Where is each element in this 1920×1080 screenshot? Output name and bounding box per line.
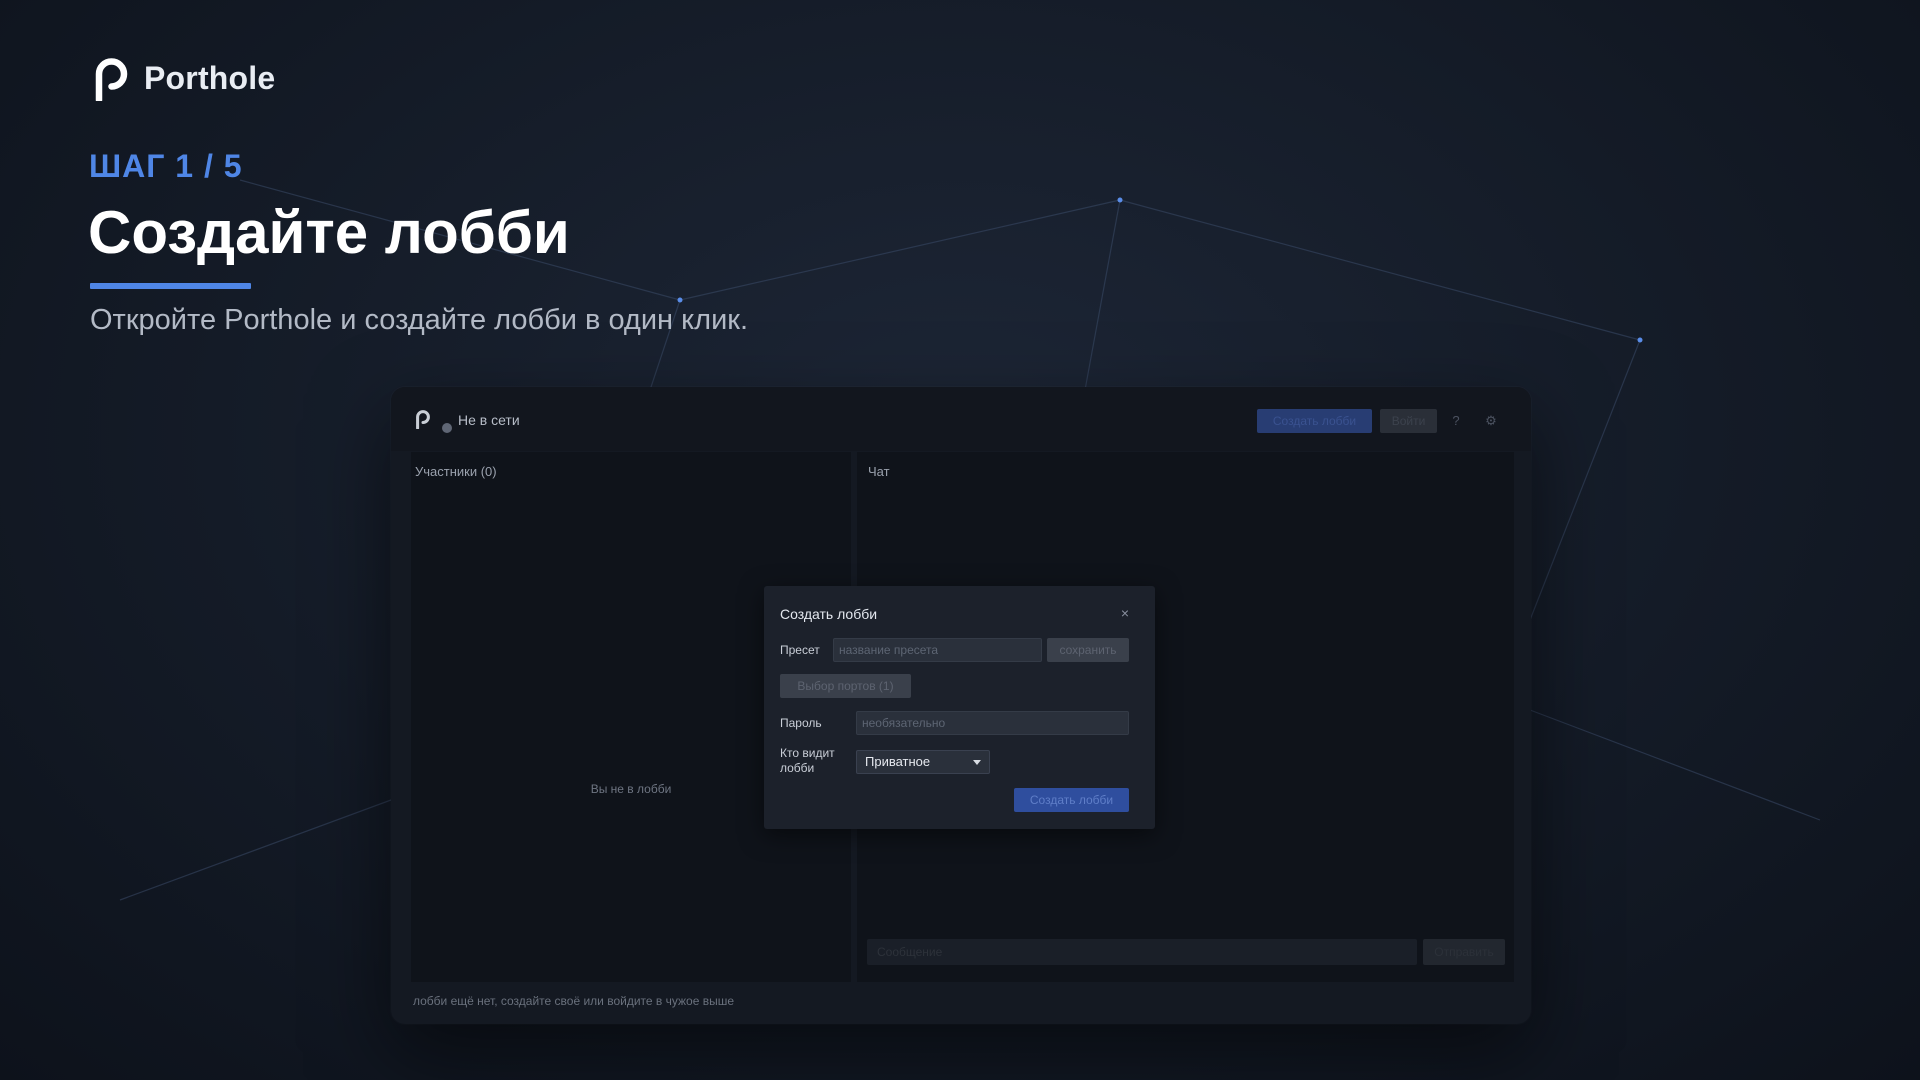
app-topbar: Не в сети Создать лобби Войти ? ⚙: [391, 387, 1531, 451]
chevron-down-icon: [973, 760, 981, 765]
join-lobby-button[interactable]: Войти: [1380, 409, 1437, 433]
create-lobby-submit-button[interactable]: Создать лобби: [1014, 788, 1129, 812]
chat-input-placeholder: Сообщение: [877, 945, 943, 959]
step-indicator: ШАГ 1 / 5: [89, 148, 243, 184]
porthole-logo-icon: [95, 58, 128, 101]
create-lobby-dialog: Создать лобби × Пресет название пресета …: [764, 586, 1155, 829]
visibility-select[interactable]: Приватное: [856, 750, 990, 774]
app-logo-icon: [416, 410, 430, 429]
port-selection-button[interactable]: Выбор портов (1): [780, 674, 911, 698]
password-label: Пароль: [780, 716, 822, 730]
brand-header: Porthole: [93, 56, 275, 101]
chat-send-button[interactable]: Отправить: [1423, 939, 1505, 965]
dialog-title: Создать лобби: [780, 606, 878, 622]
preset-label: Пресет: [780, 643, 820, 657]
chat-title: Чат: [868, 464, 890, 479]
title-underline: [90, 283, 251, 289]
bottom-status-hint: лобби ещё нет, создайте своё или войдите…: [413, 994, 735, 1008]
status-dot-icon: [442, 423, 452, 433]
connection-status: Не в сети: [458, 412, 520, 428]
settings-gear-icon[interactable]: ⚙: [1480, 410, 1502, 432]
participants-title: Участники (0): [415, 464, 497, 479]
help-icon[interactable]: ?: [1445, 410, 1467, 432]
password-input[interactable]: необязательно: [856, 711, 1129, 735]
visibility-selected-value: Приватное: [865, 754, 931, 769]
preset-name-input[interactable]: название пресета: [833, 638, 1042, 662]
visibility-label-line2: лобби: [780, 761, 815, 775]
page-title: Создайте лобби: [88, 199, 570, 266]
page-subtitle: Откройте Porthole и создайте лобби в оди…: [90, 304, 749, 336]
close-icon[interactable]: ×: [1116, 604, 1134, 622]
create-lobby-button[interactable]: Создать лобби: [1257, 409, 1372, 433]
brand-name: Porthole: [144, 60, 276, 96]
visibility-label: Кто видит: [780, 746, 835, 760]
save-preset-button[interactable]: сохранить: [1047, 638, 1129, 662]
chat-message-input[interactable]: Сообщение: [867, 939, 1417, 965]
